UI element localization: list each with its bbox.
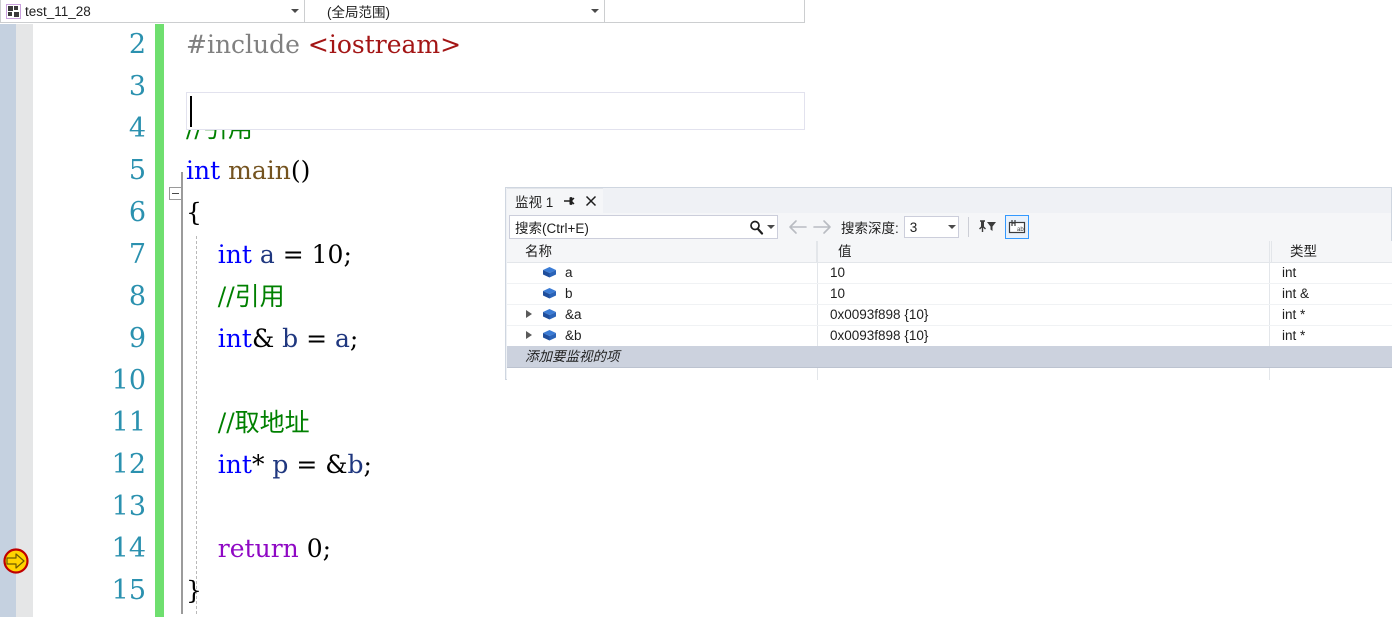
line-number: 13 — [111, 491, 146, 522]
watch-cell-type: int * — [1282, 307, 1306, 322]
watch-row[interactable]: a 10 int — [507, 262, 1392, 284]
watch-grid[interactable]: 名称值类型 a 10 int b 10 int & &a 0x0093f898 {10} int… — [507, 241, 1392, 380]
toolbar-separator — [967, 217, 969, 237]
code-line-text[interactable]: return 0; — [186, 528, 331, 570]
code-line-text[interactable]: //取地址 — [186, 402, 310, 444]
code-line-text[interactable]: //引用 — [186, 276, 285, 318]
add-watch-item-placeholder[interactable]: 添加要监视的项 — [507, 346, 817, 367]
search-options-chevron-down-icon[interactable] — [765, 218, 777, 236]
code-line-text[interactable]: int a = 10; — [186, 234, 352, 276]
line-number: 3 — [128, 71, 146, 102]
search-depth-chevron-down-icon[interactable] — [946, 218, 958, 236]
member-dropdown[interactable] — [605, 0, 805, 23]
current-line-highlight — [186, 92, 805, 130]
watch-cell-type: int * — [1282, 328, 1306, 343]
line-number: 14 — [111, 533, 146, 564]
code-line-text[interactable]: int* p = &b; — [186, 444, 372, 486]
watch-tab-label: 监视 1 — [515, 195, 554, 210]
search-depth-label: 搜索深度: — [841, 221, 899, 236]
line-number: 10 — [111, 365, 146, 396]
watch-cell-value[interactable]: 10 — [820, 283, 1270, 304]
project-dropdown-chevron-down-icon[interactable] — [286, 1, 304, 22]
column-header-value[interactable]: 值 — [820, 241, 1272, 262]
line-number: 15 — [111, 575, 146, 606]
column-header-name[interactable]: 名称 — [507, 241, 817, 262]
code-line[interactable]: 5 int main() — [0, 150, 1392, 192]
watch-row[interactable]: &b 0x0093f898 {10} int * — [507, 325, 1392, 347]
code-line[interactable]: 14 return 0; — [0, 528, 1392, 570]
code-line-text[interactable]: } — [186, 570, 202, 612]
watch-cell-type: int — [1282, 265, 1297, 280]
code-line[interactable]: 12 int* p = &b; — [0, 444, 1392, 486]
svg-text:ab: ab — [1017, 227, 1024, 233]
watch-cell-value[interactable]: 10 — [820, 262, 1270, 283]
watch-cell-name[interactable]: &b — [507, 325, 817, 346]
column-header-type[interactable]: 类型 — [1272, 241, 1392, 262]
search-icon[interactable] — [748, 218, 765, 236]
navigation-bar: test_11_28 (全局范围) — [0, 0, 1392, 24]
scope-label: (全局范围) — [327, 5, 390, 20]
execution-pointer-icon — [3, 548, 29, 574]
code-line-text[interactable]: int& b = a; — [186, 318, 359, 360]
search-depth-dropdown[interactable]: 3 — [903, 216, 959, 238]
code-line[interactable]: 11 //取地址 — [0, 402, 1392, 444]
collapse-region-toggle[interactable] — [169, 187, 182, 200]
line-number: 4 — [128, 113, 146, 144]
add-watch-item-row[interactable]: 添加要监视的项 — [507, 346, 1392, 368]
watch-cell-name[interactable]: a — [507, 262, 817, 283]
watch-row[interactable]: b 10 int & — [507, 283, 1392, 305]
search-placeholder-label: 搜索(Ctrl+E) — [515, 221, 589, 236]
line-number: 2 — [128, 29, 146, 60]
pin-filter-icon[interactable] — [975, 215, 999, 239]
line-number: 8 — [128, 281, 146, 312]
project-file-icon — [6, 3, 21, 19]
watch-row[interactable]: &a 0x0093f898 {10} int * — [507, 304, 1392, 326]
code-line-text[interactable]: int main() — [186, 150, 310, 192]
hex-display-icon[interactable]: ab — [1004, 215, 1029, 239]
project-dropdown[interactable]: test_11_28 — [0, 0, 305, 23]
watch-toolbar[interactable]: 搜索(Ctrl+E) 搜索深度: 3 ab — [507, 213, 1391, 241]
arrow-right-icon[interactable] — [810, 216, 834, 238]
watch-cell-name[interactable]: b — [507, 283, 817, 304]
scope-dropdown-chevron-down-icon[interactable] — [586, 1, 604, 22]
watch-cell-type: int & — [1282, 286, 1310, 301]
tab-watch-1[interactable]: 监视 1 — [507, 188, 603, 213]
code-line-text[interactable]: { — [186, 192, 202, 234]
watch-tab-strip: 监视 1 — [506, 188, 1391, 213]
pin-icon[interactable] — [560, 193, 576, 209]
line-number: 12 — [111, 449, 146, 480]
close-icon[interactable] — [583, 193, 599, 209]
watch-cell-value[interactable]: 0x0093f898 {10} — [820, 325, 1270, 346]
search-input[interactable]: 搜索(Ctrl+E) — [509, 215, 778, 239]
watch-window[interactable]: 监视 1 搜索(Ctrl+E) 搜索深度: 3 ab 名称 值 类型 a 10 … — [505, 187, 1392, 380]
line-number: 11 — [111, 407, 146, 438]
code-line[interactable]: 15} — [0, 570, 1392, 612]
line-number: 5 — [128, 155, 146, 186]
project-name-label: test_11_28 — [25, 3, 91, 19]
search-navigation[interactable] — [786, 216, 834, 238]
line-number: 7 — [128, 239, 146, 270]
search-depth-value: 3 — [909, 219, 918, 235]
watch-cell-value[interactable]: 0x0093f898 {10} — [820, 304, 1270, 325]
code-line[interactable]: 2 #include <iostream> — [0, 24, 1392, 66]
line-number: 9 — [128, 323, 146, 354]
code-line-text[interactable]: #include <iostream> — [186, 24, 461, 66]
scope-dropdown[interactable]: (全局范围) — [305, 0, 605, 23]
code-line[interactable]: 13 — [0, 486, 1392, 528]
watch-grid-header[interactable]: 名称值类型 — [507, 241, 1392, 263]
arrow-left-icon[interactable] — [786, 216, 810, 238]
watch-cell-name[interactable]: &a — [507, 304, 817, 325]
line-number: 6 — [128, 197, 146, 228]
